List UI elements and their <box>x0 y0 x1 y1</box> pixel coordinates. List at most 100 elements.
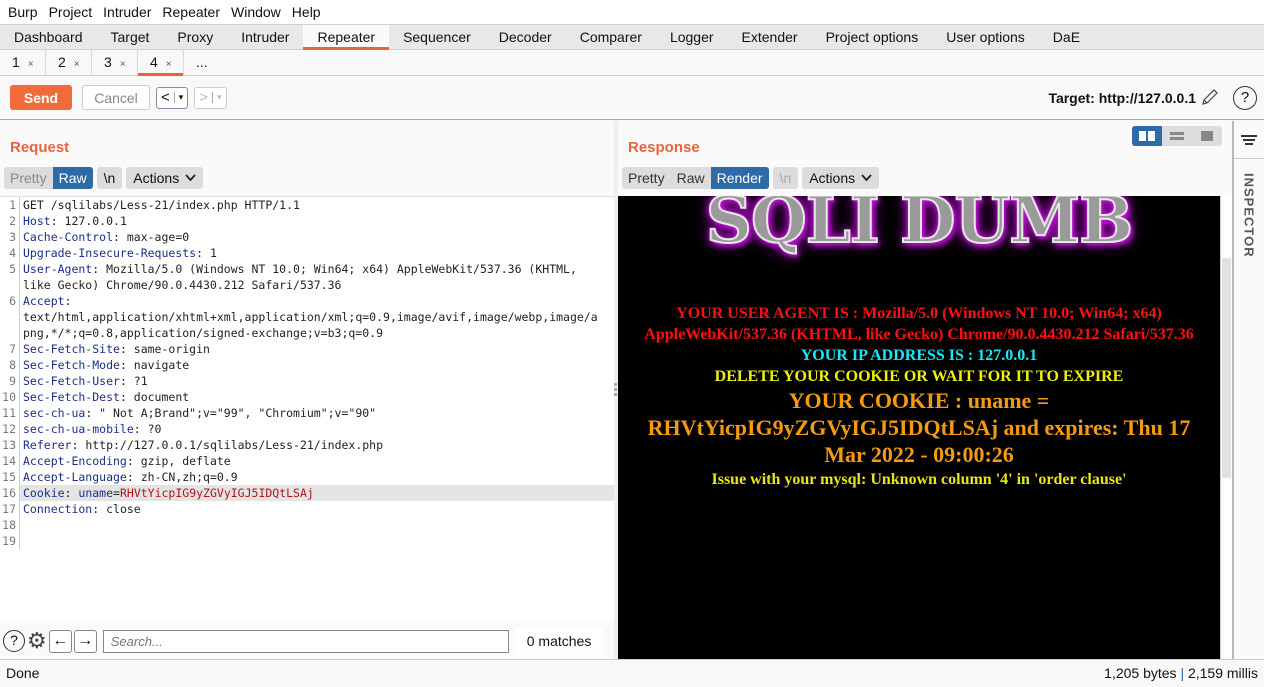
editor-line[interactable]: 13 Referer: http://127.0.0.1/sqlilabs/Les… <box>0 437 614 453</box>
tab-sequencer[interactable]: Sequencer <box>389 25 485 49</box>
editor-line[interactable]: 5 User-Agent: Mozilla/5.0 (Windows NT 10.… <box>0 261 614 277</box>
tab-target[interactable]: Target <box>97 25 164 49</box>
tab-comparer[interactable]: Comparer <box>566 25 656 49</box>
request-view-pretty[interactable]: Pretty <box>4 167 53 189</box>
request-view-raw[interactable]: Raw <box>52 167 93 189</box>
menu-intruder[interactable]: Intruder <box>103 4 159 20</box>
request-actions-menu[interactable]: Actions <box>126 167 204 189</box>
close-icon[interactable]: × <box>120 59 126 70</box>
gear-icon[interactable]: ⚙ <box>27 630 47 652</box>
inspector-sidebar[interactable]: INSPECTOR <box>1232 121 1264 659</box>
editor-line[interactable]: 14 Accept-Encoding: gzip, deflate <box>0 453 614 469</box>
request-editor[interactable]: 1 GET /sqlilabs/Less-21/index.php HTTP/1.… <box>0 196 614 621</box>
request-title: Request <box>10 139 70 156</box>
response-view-render[interactable]: Render <box>710 167 769 189</box>
header-name: User-Agent <box>23 262 93 276</box>
layout-stacked-icon[interactable] <box>1162 126 1192 146</box>
scrollbar-thumb[interactable] <box>1222 258 1231 478</box>
header-name: Cookie <box>23 486 65 500</box>
dropdown-icon[interactable]: ▾ <box>173 92 188 103</box>
editor-line[interactable]: 1 GET /sqlilabs/Less-21/index.php HTTP/1.… <box>0 197 614 213</box>
close-icon[interactable]: × <box>28 59 34 70</box>
repeater-tab-3[interactable]: 3 × <box>92 50 138 75</box>
delete-cookie-text: DELETE YOUR COOKIE OR WAIT FOR IT TO EXP… <box>714 368 1124 385</box>
layout-tabs-icon[interactable] <box>1192 126 1222 146</box>
search-input[interactable] <box>102 629 509 653</box>
response-title: Response <box>628 139 700 156</box>
back-button[interactable]: < ▾ <box>156 86 189 109</box>
dropdown-icon[interactable]: ▾ <box>212 92 226 103</box>
editor-line[interactable]: 9 Sec-Fetch-User: ?1 <box>0 373 614 389</box>
editor-line[interactable]: 4 Upgrade-Insecure-Requests: 1 <box>0 245 614 261</box>
editor-line[interactable]: 2 Host: 127.0.0.1 <box>0 213 614 229</box>
editor-line[interactable]: 6 Accept: <box>0 293 614 309</box>
line-content: text/html,application/xhtml+xml,applicat… <box>20 309 598 325</box>
header-value: : gzip, deflate <box>126 454 231 468</box>
tab-proxy[interactable]: Proxy <box>163 25 227 49</box>
response-actions-menu[interactable]: Actions <box>802 167 880 189</box>
repeater-tab-4[interactable]: 4 × <box>138 50 184 76</box>
response-scrollbar[interactable] <box>1220 196 1232 659</box>
inspector-label[interactable]: INSPECTOR <box>1242 173 1257 258</box>
menu-window[interactable]: Window <box>231 4 289 20</box>
tab-decoder[interactable]: Decoder <box>485 25 566 49</box>
repeater-tab-new[interactable]: ... <box>184 50 218 75</box>
menu-repeater[interactable]: Repeater <box>162 4 228 20</box>
line-number: 13 <box>0 437 20 453</box>
editor-line[interactable]: 12 sec-ch-ua-mobile: ?0 <box>0 421 614 437</box>
header-value: : <box>64 294 72 308</box>
search-prev-button[interactable]: ← <box>48 629 72 653</box>
editor-line[interactable]: like Gecko) Chrome/90.0.4430.212 Safari/… <box>0 277 614 293</box>
request-newline-toggle[interactable]: \n <box>96 167 123 189</box>
layout-side-by-side-icon[interactable] <box>1132 126 1162 146</box>
help-icon[interactable]: ? <box>3 630 25 652</box>
response-view-pretty[interactable]: Pretty <box>622 167 671 189</box>
tab-extender[interactable]: Extender <box>728 25 812 49</box>
header-name: Cache-Control <box>23 230 114 244</box>
editor-line[interactable]: 10 Sec-Fetch-Dest: document <box>0 389 614 405</box>
tab-user-options[interactable]: User options <box>932 25 1039 49</box>
editor-line[interactable]: 16 Cookie: uname=RHVtYicpIG9yZGVyIGJ5IDQt… <box>0 485 614 501</box>
forward-button[interactable]: > ▾ <box>194 86 227 109</box>
repeater-tab-label: 3 <box>104 54 112 70</box>
header-name: Host <box>23 214 51 228</box>
editor-line[interactable]: 17 Connection: close <box>0 501 614 517</box>
editor-line[interactable]: 7 Sec-Fetch-Site: same-origin <box>0 341 614 357</box>
editor-line[interactable]: text/html,application/xhtml+xml,applicat… <box>0 309 614 325</box>
cancel-button[interactable]: Cancel <box>82 85 150 110</box>
tab-logger[interactable]: Logger <box>656 25 728 49</box>
inspector-menu-icon[interactable] <box>1234 121 1264 159</box>
line-content: like Gecko) Chrome/90.0.4430.212 Safari/… <box>20 277 342 293</box>
response-newline-toggle[interactable]: \n <box>772 167 799 189</box>
edit-target-icon[interactable] <box>1200 87 1220 110</box>
response-view-raw[interactable]: Raw <box>671 167 711 189</box>
tab-intruder[interactable]: Intruder <box>227 25 303 49</box>
menu-project[interactable]: Project <box>49 4 101 20</box>
close-icon[interactable]: × <box>74 59 80 70</box>
cookie-text: YOUR COOKIE : uname = RHVtYicpIG9yZGVyIG… <box>647 388 1191 467</box>
request-view-tabs: Pretty Raw <box>4 167 93 189</box>
request-pane: Request Pretty Raw \n Actions 1 GET /sqli… <box>0 121 614 659</box>
tab-dashboard[interactable]: Dashboard <box>0 25 97 49</box>
menu-help[interactable]: Help <box>292 4 329 20</box>
menu-burp[interactable]: Burp <box>8 4 46 20</box>
repeater-tab-label: 4 <box>150 54 158 70</box>
editor-line[interactable]: 18 <box>0 517 614 533</box>
editor-line[interactable]: 11 sec-ch-ua: " Not A;Brand";v="99", "Chr… <box>0 405 614 421</box>
editor-line[interactable]: png,*/*;q=0.8,application/signed-exchang… <box>0 325 614 341</box>
tab-dae[interactable]: DaE <box>1039 25 1094 49</box>
close-icon[interactable]: × <box>166 59 172 70</box>
editor-line[interactable]: 3 Cache-Control: max-age=0 <box>0 229 614 245</box>
search-next-button[interactable]: → <box>73 629 97 653</box>
line-content: Accept-Language: zh-CN,zh;q=0.9 <box>20 469 238 485</box>
drag-handle-icon[interactable] <box>614 383 617 398</box>
tab-project-options[interactable]: Project options <box>812 25 933 49</box>
repeater-tab-2[interactable]: 2 × <box>46 50 92 75</box>
editor-line[interactable]: 15 Accept-Language: zh-CN,zh;q=0.9 <box>0 469 614 485</box>
send-button[interactable]: Send <box>10 85 72 110</box>
repeater-tab-1[interactable]: 1 × <box>0 50 46 75</box>
help-icon[interactable]: ? <box>1233 86 1257 110</box>
editor-line[interactable]: 8 Sec-Fetch-Mode: navigate <box>0 357 614 373</box>
tab-repeater[interactable]: Repeater <box>303 25 390 50</box>
editor-line[interactable]: 19 <box>0 533 614 549</box>
